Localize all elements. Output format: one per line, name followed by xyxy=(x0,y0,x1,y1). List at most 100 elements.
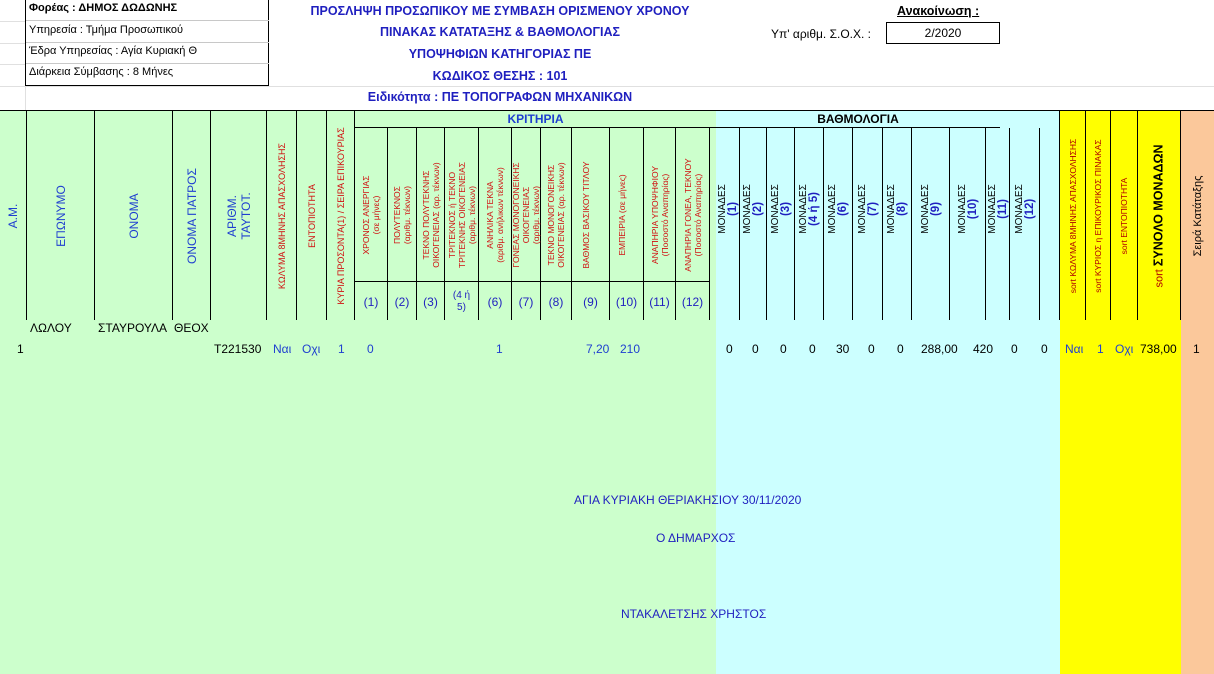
cell-am[interactable]: 1 xyxy=(17,342,24,356)
cell-m7[interactable]: 0 xyxy=(868,342,875,356)
cell-k10[interactable]: 210 xyxy=(620,342,640,356)
table-body: 1 ΛΩΛΟΥ ΣΤΑΥΡΟΥΛΑ ΘΕΟΧ Τ221530 Ναι Οχι 1… xyxy=(0,320,1214,674)
scoring-word: ΜΟΝΑΔΕΣ xyxy=(956,184,968,234)
title-line-5: Ειδικότητα : ΠΕ ΤΟΠΟΓΡΑΦΩΝ ΜΗΧΑΝΙΚΩΝ xyxy=(367,90,633,104)
scoring-column-label: ΜΟΝΑΔΕΣ (11) xyxy=(987,184,1009,234)
scoring-number: (3) xyxy=(779,202,792,217)
cell-surname[interactable]: ΛΩΛΟΥ xyxy=(30,321,72,335)
criteria-column-7[interactable]: ΤΕΚΝΟ ΜΟΝΟΓΟΝΕΙΚΗΣ ΟΙΚΟΓΕΝΕΙΑΣ (αρ. τέκνω… xyxy=(541,128,572,321)
criteria-column-1[interactable]: ΧΡΟΝΟΣ ΑΝΕΡΓΙΑΣ (σε μήνες) (1) xyxy=(355,128,388,321)
column-header-kolyma[interactable]: ΚΩΛΥΜΑ 8ΜΗΝΗΣ ΑΠΑΣΧΟΛΗΣΗΣ xyxy=(267,111,297,321)
criteria-column-label: ΕΜΠΕΙΡΙΑ (σε μήνες) xyxy=(617,174,637,255)
cell-m2[interactable]: 0 xyxy=(752,342,759,356)
cell-m3[interactable]: 0 xyxy=(780,342,787,356)
cell-m11[interactable]: 0 xyxy=(1011,342,1018,356)
scoring-column-9[interactable]: ΜΟΝΑΔΕΣ (10) xyxy=(950,128,986,321)
criteria-band-title: ΚΡΙΤΗΡΙΑ xyxy=(355,111,716,128)
criteria-label-line: ΟΙΚΟΓΕΝΕΙΑΣ (αρ. τέκνων) xyxy=(430,162,441,268)
scoring-column-5[interactable]: ΜΟΝΑΔΕΣ (6) xyxy=(824,128,853,321)
cell-id[interactable]: Τ221530 xyxy=(214,342,261,356)
cell-sort-kolyma[interactable]: Ναι xyxy=(1065,342,1083,356)
column-header-sort-kyrios[interactable]: sort ΚΥΡΙΟΣ η ΕΠΙΚΟΥΡΙΚΟΣ ΠΙΝΑΚΑΣ xyxy=(1086,111,1111,321)
scoring-column-label: ΜΟΝΑΔΕΣ (10) xyxy=(957,184,979,234)
header-sort-kolyma-text: sort ΚΩΛΥΜΑ 8ΜΗΝΗΣ ΑΠΑΣΧΟΛΗΣΗΣ xyxy=(1067,138,1078,294)
column-header-kyria[interactable]: ΚΥΡΙΑ ΠΡΟΣΟΝΤΑ(1) / ΣΕΙΡΑ ΕΠΙΚΟΥΡΙΑΣ xyxy=(327,111,355,321)
cell-m1[interactable]: 0 xyxy=(726,342,733,356)
cell-k1[interactable]: 0 xyxy=(367,342,374,356)
header-sort-synolo-text: sort ΣΥΝΟΛΟ ΜΟΝΑΔΩΝ xyxy=(1152,144,1166,287)
cell-m9[interactable]: 288,00 xyxy=(921,342,958,356)
cell-sort-synolo[interactable]: 738,00 xyxy=(1140,342,1177,356)
criteria-column-8[interactable]: ΒΑΘΜΟΣ ΒΑΣΙΚΟΥ ΤΙΤΛΟΥ (9) xyxy=(572,128,610,321)
criteria-label-line: (αριθμ. τέκνων) xyxy=(402,185,412,244)
scoring-column-1[interactable]: ΜΟΝΑΔΕΣ (1) xyxy=(716,128,740,321)
header-surname-text: ΕΠΩΝΥΜΟ xyxy=(53,185,68,247)
cell-m10[interactable]: 420 xyxy=(973,342,993,356)
cell-k9[interactable]: 7,20 xyxy=(586,342,609,356)
column-header-id[interactable]: ΑΡΙΘΜ. ΤΑΥΤΟΤ. xyxy=(211,111,267,321)
criteria-group: ΚΡΙΤΗΡΙΑ ΧΡΟΝΟΣ ΑΝΕΡΓΙΑΣ (σε μήνες) (1) ΠΟΛ… xyxy=(355,111,716,321)
column-header-father[interactable]: ΟΝΟΜΑ ΠΑΤΡΟΣ xyxy=(173,111,211,321)
criteria-label-line: ΑΝΗΛΙΚΑ ΤΕΚΝΑ xyxy=(485,181,495,249)
cell-entopiotita[interactable]: Οχι xyxy=(302,342,320,356)
criteria-column-2[interactable]: ΠΟΛΥΤΕΚΝΟΣ (αριθμ. τέκνων) (2) xyxy=(388,128,417,321)
column-header-sort-synolo[interactable]: sort ΣΥΝΟΛΟ ΜΟΝΑΔΩΝ xyxy=(1138,111,1181,321)
cell-m4[interactable]: 0 xyxy=(809,342,816,356)
scoring-column-6[interactable]: ΜΟΝΑΔΕΣ (7) xyxy=(853,128,883,321)
scoring-number: (12) xyxy=(1023,198,1036,220)
cell-kolyma[interactable]: Ναι xyxy=(273,342,291,356)
column-header-name[interactable]: ΟΝΟΜΑ xyxy=(95,111,173,321)
scoring-column-10[interactable]: ΜΟΝΑΔΕΣ (11) xyxy=(986,128,1010,321)
scoring-column-label: ΜΟΝΑΔΕΣ (3) xyxy=(770,184,792,234)
criteria-column-4[interactable]: ΤΡΙΤΕΚΝΟΣ ή ΤΕΚΝΟ ΤΡΙΤΕΚΝΗΣ ΟΙΚΟΓΕΝΕΙΑΣ (α… xyxy=(445,128,479,321)
scoring-column-label: ΜΟΝΑΔΕΣ (9) xyxy=(920,184,942,234)
scoring-column-11[interactable]: ΜΟΝΑΔΕΣ (12) xyxy=(1010,128,1040,321)
criteria-column-3[interactable]: ΤΕΚΝΟ ΠΟΛΥΤΕΚΝΗΣ ΟΙΚΟΓΕΝΕΙΑΣ (αρ. τέκνων)… xyxy=(417,128,445,321)
scoring-column-2[interactable]: ΜΟΝΑΔΕΣ (2) xyxy=(740,128,767,321)
scoring-number: (1) xyxy=(726,202,739,217)
cell-sort-kyrios[interactable]: 1 xyxy=(1097,342,1104,356)
header-rank-text: Σειρά Κατάταξης xyxy=(1191,175,1204,257)
criteria-label-line: ΤΕΚΝΟ ΠΟΛΥΤΕΚΝΗΣ xyxy=(420,170,431,260)
signature-name: ΝΤΑΚΑΛΕΤΣΗΣ ΧΡΗΣΤΟΣ xyxy=(621,607,767,621)
cell-m8[interactable]: 0 xyxy=(897,342,904,356)
sox-value-cell[interactable]: 2/2020 xyxy=(886,22,1000,44)
scoring-column-label: ΜΟΝΑΔΕΣ (8) xyxy=(886,184,908,234)
column-header-entopiotita[interactable]: ΕΝΤΟΠΙΟΤΗΤΑ xyxy=(297,111,327,321)
employer-label: Φορέας : ΔΗΜΟΣ ΔΩΔΩΝΗΣ xyxy=(29,2,178,14)
sheet-header: Φορέας : ΔΗΜΟΣ ΔΩΔΩΝΗΣ Υπηρεσία : Τμήμα … xyxy=(0,0,1214,110)
criteria-column-11[interactable]: ΑΝΑΠΗΡΙΑ ΓΟΝΕΑ, ΤΕΚΝΟΥ (Ποσοστό Αναπηρίας… xyxy=(676,128,710,321)
column-header-rank[interactable]: Σειρά Κατάταξης xyxy=(1181,111,1214,321)
grid-line xyxy=(0,86,1214,87)
criteria-column-number: (11) xyxy=(644,281,675,321)
column-header-am[interactable]: Α.Μ. xyxy=(0,111,27,321)
scoring-column-4[interactable]: ΜΟΝΑΔΕΣ (4 ή 5) xyxy=(795,128,824,321)
header-id-line1: ΑΡΙΘΜ. xyxy=(224,194,239,238)
cell-sort-entop[interactable]: Οχι xyxy=(1115,342,1133,356)
criteria-label-line: ΤΡΙΤΕΚΝΟΣ ή ΤΕΚΝΟ xyxy=(446,171,457,259)
cell-name[interactable]: ΣΤΑΥΡΟΥΛΑ xyxy=(98,321,172,335)
cell-kyria[interactable]: 1 xyxy=(338,342,345,356)
scoring-column-7[interactable]: ΜΟΝΑΔΕΣ (8) xyxy=(883,128,912,321)
cell-rank[interactable]: 1 xyxy=(1193,342,1200,356)
cell-m6[interactable]: 30 xyxy=(836,342,849,356)
column-header-sort-entop[interactable]: sort ΕΝΤΟΠΙΟΤΗΤΑ xyxy=(1111,111,1138,321)
duration-label: Διάρκεια Σύμβασης : 8 Μήνες xyxy=(29,66,174,78)
scoring-column-3[interactable]: ΜΟΝΑΔΕΣ (3) xyxy=(767,128,795,321)
criteria-label-line: ΤΡΙΤΕΚΝΗΣ ΟΙΚΟΓΕΝΕΙΑΣ xyxy=(456,161,467,268)
criteria-column-5[interactable]: ΑΝΗΛΙΚΑ ΤΕΚΝΑ (αριθμ. ανήλικων τέκνων) (6) xyxy=(479,128,512,321)
criteria-column-number: (12) xyxy=(676,281,709,321)
criteria-column-10[interactable]: ΑΝΑΠΗΡΙΑ ΥΠΟΨΗΦΙΟΥ (Ποσοστό Αναπηρίας) (11… xyxy=(644,128,676,321)
signature-place-date: ΑΓΙΑ ΚΥΡΙΑΚΗ ΘΕΡΙΑΚΗΣΙΟΥ 30/11/2020 xyxy=(574,493,802,507)
cell-k6[interactable]: 1 xyxy=(496,342,503,356)
scoring-column-8[interactable]: ΜΟΝΑΔΕΣ (9) xyxy=(912,128,950,321)
column-header-sort-kolyma[interactable]: sort ΚΩΛΥΜΑ 8ΜΗΝΗΣ ΑΠΑΣΧΟΛΗΣΗΣ xyxy=(1060,111,1086,321)
criteria-label-line: (Ποσοστό Αναπηρίας) xyxy=(659,173,670,257)
cell-m12[interactable]: 0 xyxy=(1041,342,1048,356)
criteria-label-line: (αριθμ. τέκνων) xyxy=(531,185,541,244)
cell-father[interactable]: ΘΕΟΧ xyxy=(174,321,209,335)
criteria-column-9[interactable]: ΕΜΠΕΙΡΙΑ (σε μήνες) (10) xyxy=(610,128,644,321)
header-name-text: ΟΝΟΜΑ xyxy=(126,193,141,239)
criteria-column-6[interactable]: ΓΟΝΕΑΣ ΜΟΝΟΓΟΝΕΙΚΗΣ ΟΙΚΟΓΕΝΕΙΑΣ (αριθμ. τέ… xyxy=(511,128,541,321)
column-header-surname[interactable]: ΕΠΩΝΥΜΟ xyxy=(27,111,95,321)
